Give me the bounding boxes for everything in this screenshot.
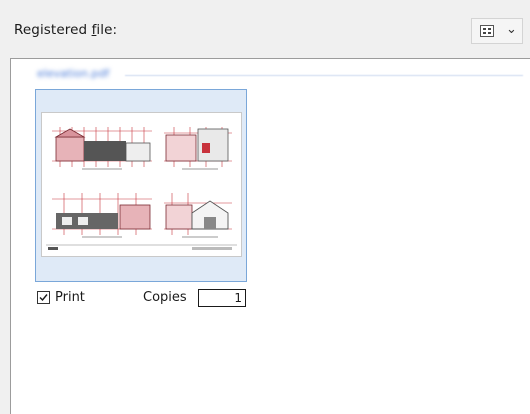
chevron-down-icon: ⌄ bbox=[506, 22, 517, 37]
file-thumbnail-tile[interactable] bbox=[35, 89, 247, 282]
file-group-header: elevation.pdf bbox=[33, 67, 523, 83]
header: Registered file: ⌄ bbox=[0, 0, 530, 55]
copies-input[interactable]: 1 bbox=[198, 289, 246, 307]
print-options-row: Print Copies 1 bbox=[35, 289, 247, 309]
print-checkbox[interactable] bbox=[37, 291, 50, 304]
checkmark-icon bbox=[39, 294, 48, 302]
file-list-panel: elevation.pdf Print Copies 1 bbox=[10, 58, 530, 414]
registered-file-title: Registered file: bbox=[14, 22, 118, 38]
print-label: Print bbox=[55, 290, 85, 305]
view-mode-button[interactable]: ⌄ bbox=[471, 18, 523, 44]
copies-label: Copies bbox=[143, 290, 187, 305]
pdf-page-thumbnail bbox=[41, 112, 242, 257]
file-group-label: elevation.pdf bbox=[37, 67, 110, 80]
large-icons-view-icon bbox=[480, 25, 494, 37]
group-divider bbox=[125, 75, 523, 76]
